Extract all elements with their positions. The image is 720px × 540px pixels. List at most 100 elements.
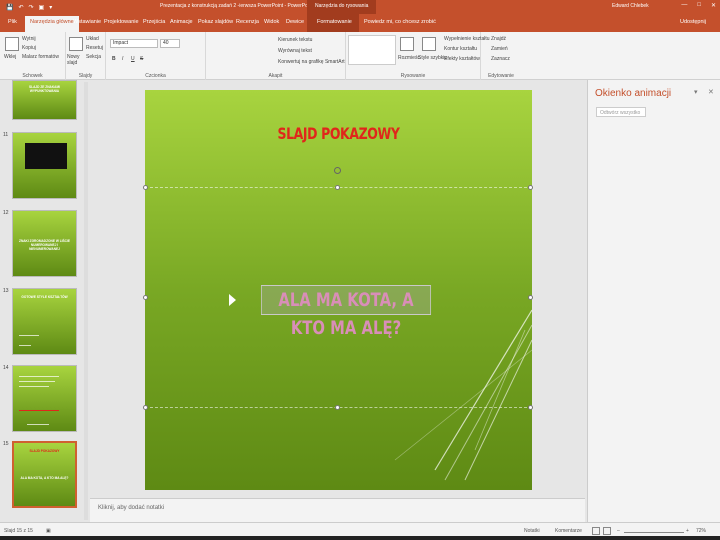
slide-thumbnail[interactable]: GOTOWE STYLE KSZTAŁTÓW bbox=[12, 288, 77, 355]
play-all-button[interactable]: Odtwórz wszystko bbox=[596, 107, 646, 117]
format-painter-button[interactable]: Malarz formatów bbox=[22, 54, 59, 60]
slide-thumbnail[interactable]: SLAJD ZE ZNAKAMI WYPUNKTOWANIA bbox=[12, 80, 77, 120]
close-icon[interactable]: ✕ bbox=[711, 2, 716, 9]
resize-handle[interactable] bbox=[528, 185, 533, 190]
context-group-label: Narzędzia do rysowania bbox=[307, 0, 377, 14]
pane-options-icon[interactable]: ▾ bbox=[694, 88, 698, 96]
italic-button[interactable]: I bbox=[122, 56, 123, 62]
quick-styles-button[interactable]: Style szybkie bbox=[418, 55, 447, 61]
thumbnail-text-line bbox=[19, 386, 49, 387]
reset-button[interactable]: Resetuj bbox=[86, 45, 103, 51]
tab-slideshow[interactable]: Pokaz slajdów bbox=[198, 19, 233, 25]
customize-qa-icon[interactable]: ▾ bbox=[49, 4, 52, 11]
font-group: Impact 40 B I U S Czcionka bbox=[106, 32, 206, 80]
ribbon-tabs: Plik Narzędzia główne Wstawianie Projekt… bbox=[0, 14, 720, 32]
shape-outline-button[interactable]: Kontur kształtu bbox=[444, 46, 477, 52]
resize-handle[interactable] bbox=[143, 405, 148, 410]
tab-insert[interactable]: Wstawianie bbox=[73, 19, 101, 25]
tab-design[interactable]: Projektowanie bbox=[104, 19, 139, 25]
slide-thumbnail[interactable] bbox=[12, 365, 77, 432]
section-button[interactable]: Sekcja bbox=[86, 54, 101, 60]
rotate-handle-icon[interactable] bbox=[334, 167, 341, 174]
tab-devices[interactable]: Dewice bbox=[286, 19, 304, 25]
select-button[interactable]: Zaznacz bbox=[491, 56, 510, 62]
zoom-out-button[interactable]: – bbox=[617, 528, 620, 534]
thumbnail-title: GOTOWE STYLE KSZTAŁTÓW bbox=[21, 295, 68, 299]
user-name[interactable]: Edward Chlebek bbox=[612, 3, 649, 9]
save-icon[interactable]: 💾 bbox=[6, 4, 13, 11]
strikethrough-button[interactable]: S bbox=[140, 56, 143, 62]
resize-handle[interactable] bbox=[528, 295, 533, 300]
slide-number: 12 bbox=[3, 210, 9, 216]
slide-number: 13 bbox=[3, 288, 9, 294]
sorter-view-icon[interactable] bbox=[603, 527, 611, 535]
resize-handle[interactable] bbox=[335, 185, 340, 190]
resize-handle[interactable] bbox=[143, 295, 148, 300]
replace-button[interactable]: Zamień bbox=[491, 46, 508, 52]
paste-button[interactable]: Wklej bbox=[4, 54, 16, 60]
window-controls: — □ ✕ bbox=[681, 2, 716, 9]
zoom-level[interactable]: 72% bbox=[696, 528, 706, 534]
tab-transitions[interactable]: Przejścia bbox=[143, 19, 165, 25]
font-size-combo[interactable]: 40 bbox=[160, 39, 180, 48]
resize-handle[interactable] bbox=[335, 405, 340, 410]
slide-counter: Slajd 15 z 15 bbox=[4, 528, 33, 534]
slide-thumbnail-active[interactable]: SLAJD POKAZOWY ALA MA KOTA, A KTO MA ALĘ… bbox=[12, 441, 77, 508]
shapes-gallery[interactable] bbox=[348, 35, 396, 65]
zoom-in-button[interactable]: + bbox=[686, 528, 689, 534]
language-icon[interactable]: ▣ bbox=[46, 528, 51, 534]
normal-view-icon[interactable] bbox=[592, 527, 600, 535]
thumbnails-scrollbar[interactable] bbox=[84, 82, 88, 520]
window-title: Prezentacja z konstrukcją zadań 2 -ierws… bbox=[160, 3, 314, 9]
notes-area[interactable]: Kliknij, aby dodać notatki bbox=[90, 498, 585, 522]
copy-button[interactable]: Kopiuj bbox=[22, 45, 36, 51]
new-slide-icon[interactable] bbox=[69, 37, 83, 51]
share-button[interactable]: Udostępnij bbox=[680, 19, 706, 25]
tab-file[interactable]: Plik bbox=[8, 19, 17, 25]
bold-button[interactable]: B bbox=[112, 56, 116, 62]
arrange-icon[interactable] bbox=[400, 37, 414, 51]
text-direction-button[interactable]: Kierunek tekstu bbox=[278, 37, 312, 43]
resize-handle[interactable] bbox=[143, 185, 148, 190]
thumbnail-text-line bbox=[19, 410, 59, 411]
smartart-button[interactable]: Konwertuj na grafikę SmartArt bbox=[278, 59, 345, 65]
pane-close-icon[interactable]: ✕ bbox=[708, 88, 714, 96]
shape-effects-button[interactable]: Efekty kształtów bbox=[444, 56, 480, 62]
drawing-group: Rozmieść Style szybkie Wypełnienie kszta… bbox=[346, 32, 490, 80]
undo-icon[interactable]: ↶ bbox=[18, 4, 23, 11]
tab-review[interactable]: Recenzja bbox=[236, 19, 259, 25]
clipboard-group: Wklej Wytnij Kopiuj Malarz formatów Scho… bbox=[0, 32, 66, 80]
start-slideshow-icon[interactable]: ▣ bbox=[39, 4, 45, 11]
redo-icon[interactable]: ↷ bbox=[29, 4, 34, 11]
thumbnail-text-line bbox=[19, 345, 31, 346]
underline-button[interactable]: U bbox=[131, 56, 135, 62]
drawing-label: Rysowanie bbox=[400, 73, 426, 79]
resize-handle[interactable] bbox=[528, 405, 533, 410]
quick-styles-icon[interactable] bbox=[422, 37, 436, 51]
comments-toggle[interactable]: Komentarze bbox=[555, 528, 582, 534]
tab-home[interactable]: Narzędzia główne bbox=[25, 16, 79, 32]
find-button[interactable]: Znajdź bbox=[491, 36, 506, 42]
new-slide-button[interactable]: Nowy slajd bbox=[67, 54, 83, 66]
tab-animations[interactable]: Animacje bbox=[170, 19, 193, 25]
maximize-icon[interactable]: □ bbox=[697, 2, 701, 9]
slides-label: Slajdy bbox=[78, 73, 93, 79]
thumbnail-title: SLAJD POKAZOWY bbox=[29, 449, 60, 453]
tab-format[interactable]: Formatowanie bbox=[317, 19, 352, 25]
paste-icon[interactable] bbox=[5, 37, 19, 51]
tab-view[interactable]: Widok bbox=[264, 19, 279, 25]
layout-button[interactable]: Układ bbox=[86, 36, 99, 42]
notes-toggle[interactable]: Notatki bbox=[524, 528, 540, 534]
align-text-button[interactable]: Wyrównaj tekst bbox=[278, 48, 312, 54]
cut-button[interactable]: Wytnij bbox=[22, 36, 36, 42]
minimize-icon[interactable]: — bbox=[681, 2, 687, 9]
font-name-combo[interactable]: Impact bbox=[110, 39, 158, 48]
slide-thumbnail[interactable]: ZNAKI ZGROMADZONE W LIŚCIE NUMEROWANEJ I… bbox=[12, 210, 77, 277]
slide-thumbnail[interactable] bbox=[12, 132, 77, 199]
taskbar-strip bbox=[0, 536, 720, 540]
font-label: Czcionka bbox=[145, 73, 166, 79]
zoom-slider[interactable] bbox=[624, 532, 684, 533]
slide-title[interactable]: SLAJD POKAZOWY bbox=[188, 124, 490, 143]
arrange-button[interactable]: Rozmieść bbox=[398, 55, 420, 61]
tell-me-search[interactable]: Powiedz mi, co chcesz zrobić bbox=[364, 19, 436, 25]
